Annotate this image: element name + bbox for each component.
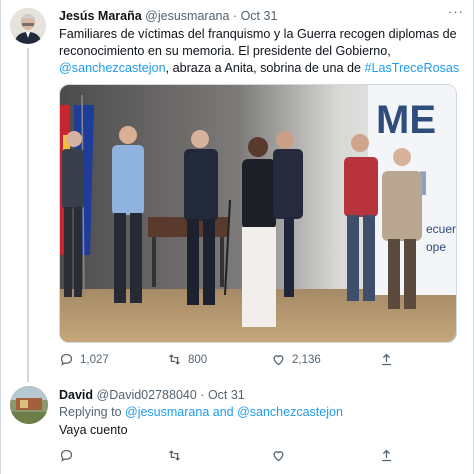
replying-prefix: Replying to <box>59 405 126 419</box>
banner-text: ME <box>376 98 436 142</box>
replying-to: Replying to @jesusmarana and @sanchezcas… <box>59 405 343 419</box>
share-button[interactable] <box>379 448 394 463</box>
replying-and: and <box>209 405 238 419</box>
reply-button[interactable] <box>59 448 74 463</box>
retweet-icon <box>169 354 180 365</box>
reply-author-handle[interactable]: @David02788040 <box>97 388 197 402</box>
retweet-button[interactable] <box>167 448 182 463</box>
event-photo-image: ME M ecuer ope <box>60 85 456 342</box>
author-name[interactable]: Jesús Maraña <box>59 9 142 23</box>
author-handle[interactable]: @jesusmarana <box>145 9 229 23</box>
like-count: 2,136 <box>292 353 321 366</box>
tweet-header: Jesús Maraña @jesusmarana · Oct 31 <box>59 9 277 23</box>
share-button[interactable] <box>379 352 394 367</box>
timeline-frame: Jesús Maraña @jesusmarana · Oct 31 ··· F… <box>0 0 474 474</box>
reply-icon <box>60 353 73 366</box>
reply-actions <box>59 448 439 466</box>
replying-mention-1[interactable]: @jesusmarana <box>125 405 209 419</box>
reply-button[interactable]: 1,027 <box>59 352 109 367</box>
retweet-count: 800 <box>188 353 208 366</box>
tweet[interactable]: Jesús Maraña @jesusmarana · Oct 31 ··· F… <box>1 0 474 382</box>
banner-side-text-1: ecuer <box>426 222 456 236</box>
tweet-actions: 1,027 800 2,136 <box>59 352 439 370</box>
mention-link[interactable]: @sanchezcastejon <box>59 61 166 75</box>
retweet-button[interactable]: 800 <box>167 352 207 367</box>
reply-text: Vaya cuento <box>59 423 128 437</box>
replying-mention-2[interactable]: @sanchezcastejon <box>237 405 343 419</box>
reply-icon <box>60 449 73 462</box>
thread-line <box>27 48 29 382</box>
reply-date[interactable]: Oct 31 <box>208 388 245 402</box>
tweet-photo[interactable]: ME M ecuer ope <box>59 84 457 343</box>
reply-author-avatar[interactable] <box>10 386 48 424</box>
heart-icon <box>273 451 284 462</box>
reply-header: David @David02788040 · Oct 31 <box>59 388 245 402</box>
tweet-text-part1: Familiares de víctimas del franquismo y … <box>59 27 457 58</box>
reply-author-name[interactable]: David <box>59 388 93 402</box>
share-icon <box>382 449 391 462</box>
retweet-icon <box>169 450 180 461</box>
hashtag-link[interactable]: #LasTreceRosas <box>364 61 459 75</box>
author-avatar[interactable] <box>10 8 46 44</box>
separator-dot: · <box>232 9 238 23</box>
more-options-icon[interactable]: ··· <box>448 4 464 19</box>
like-button[interactable] <box>271 448 286 463</box>
banner-side-text-2: ope <box>426 240 446 254</box>
heart-icon <box>273 355 284 366</box>
share-icon <box>382 353 391 366</box>
reply-tweet[interactable]: David @David02788040 · Oct 31 Replying t… <box>1 378 474 474</box>
like-button[interactable]: 2,136 <box>271 352 321 367</box>
tweet-text: Familiares de víctimas del franquismo y … <box>59 26 464 77</box>
tweet-text-part2: , abraza a Anita, sobrina de una de <box>165 61 365 75</box>
reply-count: 1,027 <box>80 353 109 366</box>
separator-dot: · <box>200 388 205 402</box>
tweet-date[interactable]: Oct 31 <box>241 9 278 23</box>
